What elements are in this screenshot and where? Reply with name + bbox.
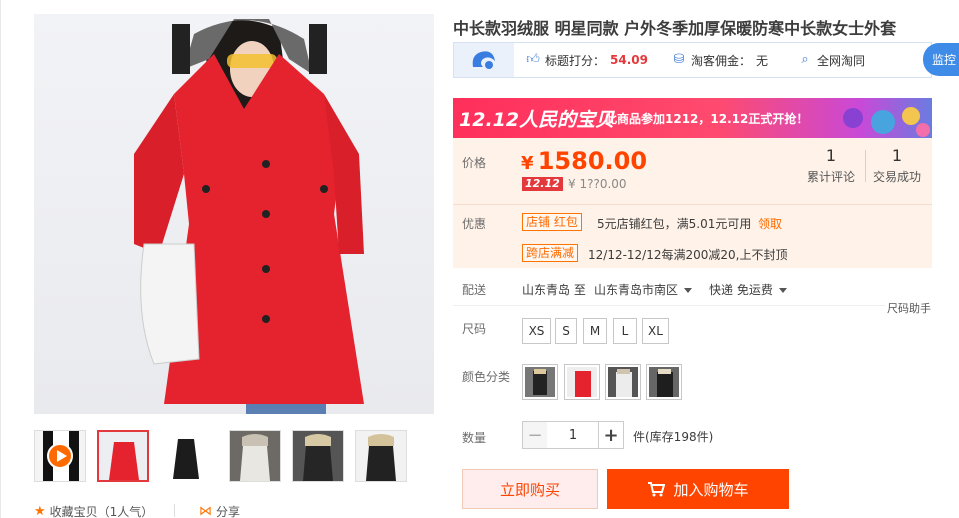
search-icon: ⌕ [801,52,809,67]
quantity-decrease-button[interactable]: − [522,421,548,449]
size-option-m[interactable]: M [583,318,607,344]
color-option-black-fur[interactable] [522,364,558,400]
color-option-red[interactable] [564,364,600,400]
size-option-xs[interactable]: XS [522,318,551,344]
product-page: ★ 收藏宝贝（1人气） ⋈ 分享 中长款羽绒服 明星同款 户外冬季加厚保暖防寒中… [0,0,959,518]
ship-from-city: 山东青岛 [522,283,571,297]
price-amount: 1580.00 [537,147,648,175]
color-label: 颜色分类 [462,370,511,384]
score-label: 标题打分： [545,53,606,68]
bottom-actions: ★ 收藏宝贝（1人气） ⋈ 分享 [34,503,434,518]
add-to-cart-button[interactable]: 加入购物车 [607,469,789,509]
chevron-down-icon [778,288,787,293]
price-value: ¥ 1580.00 [521,147,647,175]
title-score[interactable]: 👍︎ 标题打分： 54.09 [526,52,648,69]
share-button[interactable]: ⋈ 分享 [199,503,240,518]
review-count-label: 累计评论 [806,170,855,184]
offers-label: 优惠 [462,217,487,231]
deal-count[interactable]: 1 交易成功 [872,146,922,185]
ship-to-word: 至 [573,283,586,297]
plugin-logo-icon [454,43,514,77]
shipping-method-select[interactable]: 快递 免运费 [709,281,787,298]
stat-divider [865,150,866,182]
share-label: 分享 [216,505,241,518]
commission-value: 无 [756,53,769,68]
shop-coupon-text: 5元店铺红包，满5.01元可用 [597,217,752,231]
coin-icon: ⛁ [673,52,685,67]
favorite-label: 收藏宝贝（1人气） [49,505,154,518]
star-icon: ★ [34,504,46,518]
price-label: 价格 [462,156,487,170]
section-divider [453,305,932,306]
thumbnail-black-fur-2[interactable] [355,430,407,482]
add-to-cart-label: 加入购物车 [673,480,749,499]
color-option-black[interactable] [646,364,682,400]
commission-label: 淘客佣金： [690,53,751,68]
size-option-s[interactable]: S [555,318,577,344]
quantity-label: 数量 [462,431,487,445]
main-product-image[interactable] [34,14,434,414]
color-option-white[interactable] [605,364,641,400]
review-count-value: 1 [825,146,837,165]
quantity-increase-button[interactable]: + [598,421,624,449]
promo-decoration-icon [843,107,930,137]
divider [174,504,175,517]
play-icon [47,443,73,469]
currency-symbol: ¥ [521,153,534,174]
event-price: ¥ 1??0.00 [568,177,627,191]
size-label: 尺码 [462,322,487,336]
quantity-input[interactable]: 1 [547,421,599,449]
size-option-l[interactable]: L [613,318,637,344]
deal-count-label: 交易成功 [872,170,921,184]
thumbs-up-icon: 👍︎ [526,52,540,67]
ship-from: 山东青岛 至 [522,281,586,298]
shipping-method: 快递 免运费 [709,283,773,297]
cart-icon [648,482,666,497]
ship-to-city: 山东青岛市南区 [594,283,679,297]
product-title: 中长款羽绒服 明星同款 户外冬季加厚保暖防寒中长款女士外套 [453,19,897,38]
monitor-button[interactable]: 监控 [923,43,959,76]
thumbnail-red[interactable] [97,430,149,482]
thumbnail-white-fur[interactable] [229,430,281,482]
promo-banner[interactable]: 12.12人民的宝贝 此商品参加1212，12.12正式开抢！ [453,98,932,138]
deal-count-value: 1 [891,146,903,165]
promo-logo: 12.12人民的宝贝 [459,109,615,131]
thumbnail-video[interactable] [34,430,86,482]
plugin-toolbar: 👍︎ 标题打分： 54.09 ⛁ 淘客佣金： 无 ⌕ 全网淘同 [453,42,932,78]
buy-now-button[interactable]: 立即购买 [462,469,598,509]
search-similar[interactable]: ⌕ 全网淘同 [798,52,865,69]
model-red-coat-image [134,19,364,414]
shop-coupon-badge: 店铺 红包 [522,213,582,231]
event-tag: 12.12 [522,177,563,191]
ship-to-select[interactable]: 山东青岛市南区 [594,281,693,298]
price-divider [453,204,932,205]
chevron-down-icon [684,288,693,293]
commission[interactable]: ⛁ 淘客佣金： 无 [672,52,768,69]
cross-store-text: 12/12-12/12每满200减20,上不封顶 [588,248,788,262]
thumbnail-black-fur[interactable] [292,430,344,482]
score-value: 54.09 [610,53,648,67]
thumbnail-black[interactable] [160,430,212,482]
promo-text: 此商品参加1212，12.12正式开抢！ [605,112,809,126]
search-similar-label: 全网淘同 [817,53,866,68]
delivery-label: 配送 [462,283,487,297]
share-icon: ⋈ [199,504,212,518]
size-option-xl[interactable]: XL [642,318,669,344]
favorite-button[interactable]: ★ 收藏宝贝（1人气） [34,503,153,518]
size-assistant-link[interactable]: 尺码助手 [885,300,933,316]
review-count[interactable]: 1 累计评论 [806,146,856,185]
stock-text: 件(库存198件) [633,430,714,444]
cross-store-badge: 跨店满减 [522,244,579,262]
claim-coupon-link[interactable]: 领取 [758,215,782,232]
thumbnail-strip [34,430,434,484]
